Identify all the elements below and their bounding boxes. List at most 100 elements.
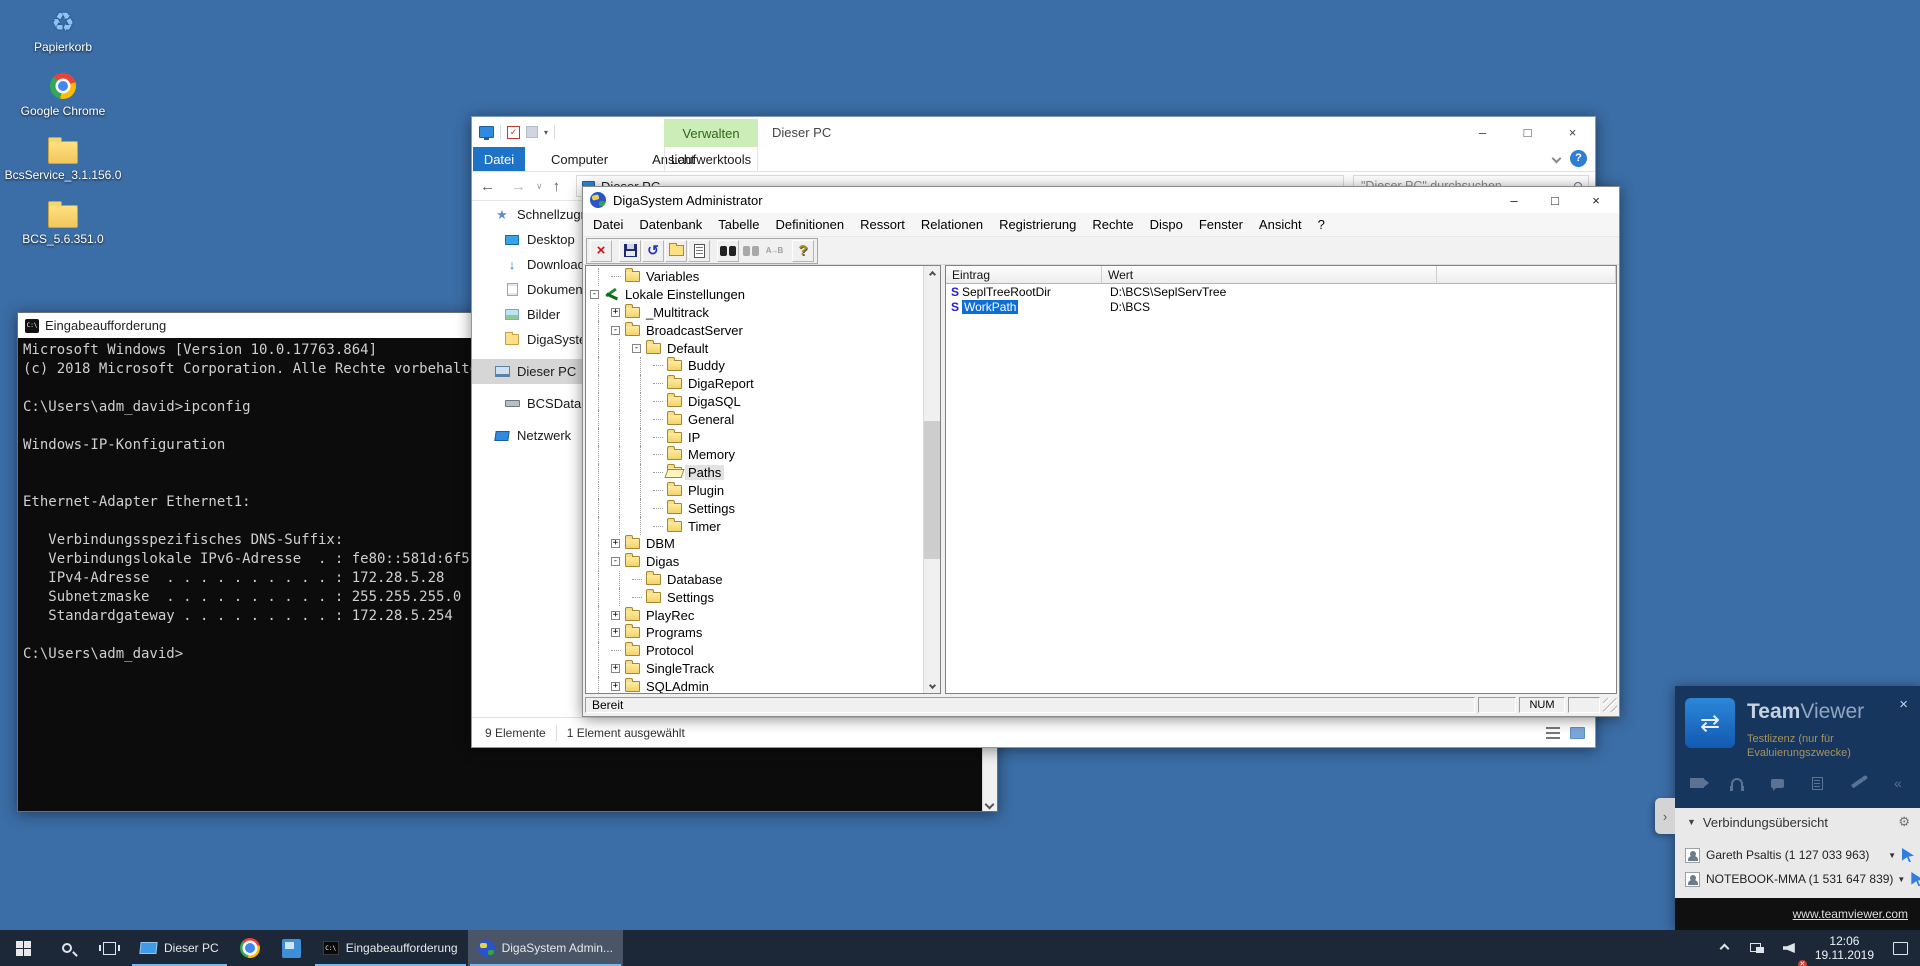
menu-item-ansicht[interactable]: Ansicht <box>1251 217 1310 232</box>
menu-item-fenster[interactable]: Fenster <box>1191 217 1251 232</box>
tree-expand-toggle[interactable]: + <box>611 682 620 691</box>
digasystem-titlebar[interactable]: DigaSystem Administrator – □ × <box>583 187 1619 213</box>
tree-expand-toggle[interactable]: + <box>611 308 620 317</box>
tree-item[interactable]: -BroadcastServer <box>590 321 923 339</box>
panel-collapse-handle[interactable]: › <box>1655 798 1675 834</box>
menu-item-dispo[interactable]: Dispo <box>1142 217 1191 232</box>
tree-item[interactable]: Paths <box>590 464 923 482</box>
tree-item[interactable]: +SQLAdmin <box>590 677 923 693</box>
taskbar-search-button[interactable] <box>46 930 88 966</box>
tab-laufwerktools[interactable]: Laufwerktools <box>664 147 758 172</box>
audio-button[interactable] <box>1725 773 1749 793</box>
tree-item[interactable]: Plugin <box>590 482 923 500</box>
tree-item[interactable]: Settings <box>590 588 923 606</box>
teamviewer-link[interactable]: www.teamviewer.com <box>1793 907 1908 921</box>
sidebar-item-downloads[interactable]: ↓Downloads <box>472 252 586 277</box>
tree-item[interactable]: -Lokale Einstellungen <box>590 286 923 304</box>
close-icon[interactable]: × <box>1899 696 1908 713</box>
menu-item-datei[interactable]: Datei <box>585 217 631 232</box>
sidebar-item-bcsdata-d-[interactable]: BCSData (D:) <box>472 391 586 416</box>
minimize-button[interactable]: – <box>1460 117 1505 147</box>
tree-item[interactable]: -Digas <box>590 553 923 571</box>
tree-item[interactable]: +DBM <box>590 535 923 553</box>
scrollbar-thumb[interactable] <box>924 421 940 559</box>
tree-item[interactable]: Variables <box>590 268 923 286</box>
taskbar-item-digasystem[interactable]: DigaSystem Admin... <box>468 930 623 966</box>
volume-tray-icon[interactable]: ✕ <box>1775 930 1803 966</box>
maximize-button[interactable]: □ <box>1505 117 1550 147</box>
scroll-down-icon[interactable] <box>985 800 995 810</box>
sidebar-item-dokumente[interactable]: Dokumente <box>472 277 586 302</box>
tree-item[interactable]: Protocol <box>590 642 923 660</box>
desktop-icon[interactable]: ♻Papierkorb <box>8 6 118 63</box>
show-hidden-icons-button[interactable] <box>1711 930 1739 966</box>
resize-grip-icon[interactable] <box>1603 698 1617 712</box>
find-button[interactable] <box>717 240 739 262</box>
menu-item-rechte[interactable]: Rechte <box>1084 217 1141 232</box>
properties-icon[interactable]: ✓ <box>507 126 520 139</box>
delete-button[interactable]: × <box>590 240 612 262</box>
desktop-icon[interactable]: BCS_5.6.351.0 <box>8 198 118 255</box>
table-row[interactable]: SSeplTreeRootDirD:\BCS\SeplServTree <box>946 284 1616 299</box>
tab-verwalten[interactable]: Verwalten <box>664 119 758 147</box>
forward-button[interactable]: → <box>503 178 534 195</box>
back-button[interactable]: ← <box>472 178 503 195</box>
video-button[interactable] <box>1685 773 1709 793</box>
taskbar-item-chrome[interactable] <box>229 930 271 966</box>
menu-item-relationen[interactable]: Relationen <box>913 217 991 232</box>
taskbar-clock[interactable]: 12:06 19.11.2019 <box>1807 934 1882 962</box>
menu-item-registrierung[interactable]: Registrierung <box>991 217 1084 232</box>
filetransfer-button[interactable] <box>1806 773 1830 793</box>
column-header-wert[interactable]: Wert <box>1102 266 1437 284</box>
tree-item[interactable]: IP <box>590 428 923 446</box>
remote-pointer-icon[interactable] <box>1902 848 1914 862</box>
chat-button[interactable] <box>1765 773 1789 793</box>
preview-button[interactable] <box>688 240 710 262</box>
sidebar-item-netzwerk[interactable]: Netzwerk <box>472 423 586 448</box>
action-center-button[interactable] <box>1886 930 1914 966</box>
tree-expand-toggle[interactable]: - <box>611 557 620 566</box>
minimize-button[interactable]: – <box>1507 193 1521 208</box>
open-button[interactable] <box>665 240 687 262</box>
tree-item[interactable]: +SingleTrack <box>590 660 923 678</box>
tree-item[interactable]: +_Multitrack <box>590 304 923 322</box>
tree-expand-toggle[interactable]: - <box>590 290 599 299</box>
desktop-icon[interactable]: BcsService_3.1.156.0 <box>8 134 118 191</box>
start-button[interactable] <box>0 930 46 966</box>
network-tray-icon[interactable] <box>1743 930 1771 966</box>
tree-item[interactable]: +Programs <box>590 624 923 642</box>
chevron-down-icon[interactable]: ▼ <box>1888 851 1896 860</box>
sidebar-item-digasystem[interactable]: DigaSystem <box>472 327 586 352</box>
tree-expand-toggle[interactable]: + <box>611 628 620 637</box>
sidebar-item-desktop[interactable]: Desktop <box>472 227 586 252</box>
menu-item-ressort[interactable]: Ressort <box>852 217 913 232</box>
tree-expand-toggle[interactable]: - <box>632 344 641 353</box>
tree-item[interactable]: Timer <box>590 517 923 535</box>
tree-item[interactable]: DigaSQL <box>590 393 923 411</box>
section-header[interactable]: ▼ Verbindungsübersicht ⚙ <box>1675 808 1920 836</box>
details-view-icon[interactable] <box>1546 727 1560 739</box>
help-icon[interactable]: ? <box>1570 150 1587 167</box>
menu-item-tabelle[interactable]: Tabelle <box>710 217 767 232</box>
tab-datei[interactable]: Datei <box>473 147 525 171</box>
tree-item[interactable]: +PlayRec <box>590 606 923 624</box>
up-button[interactable]: ↑ <box>545 178 569 195</box>
explorer-titlebar[interactable]: ✓ ▾ Verwalten Dieser PC – □ × <box>472 117 1595 147</box>
menu-item-definitionen[interactable]: Definitionen <box>767 217 852 232</box>
column-header-empty[interactable] <box>1437 266 1616 284</box>
taskbar-item-app[interactable] <box>271 930 313 966</box>
recent-locations-icon[interactable]: ∨ <box>534 181 545 192</box>
tree-expand-toggle[interactable]: - <box>611 326 620 335</box>
task-view-button[interactable] <box>88 930 130 966</box>
collapse-icon[interactable]: « <box>1886 773 1910 793</box>
sidebar-item-schnellzugriff[interactable]: ★Schnellzugriff <box>472 202 586 227</box>
tab-computer[interactable]: Computer <box>537 147 622 171</box>
gear-icon[interactable]: ⚙ <box>1898 814 1910 830</box>
maximize-button[interactable]: □ <box>1548 193 1562 208</box>
tree-scrollbar[interactable] <box>923 266 940 693</box>
connection-row[interactable]: Gareth Psaltis (1 127 033 963)▼ <box>1685 844 1914 866</box>
taskbar-item-eingabeaufforderung[interactable]: C:\ Eingabeaufforderung <box>313 930 468 966</box>
thumbnail-view-icon[interactable] <box>1570 727 1585 739</box>
table-row[interactable]: SWorkPathD:\BCS <box>946 299 1616 314</box>
tree-item[interactable]: Memory <box>590 446 923 464</box>
